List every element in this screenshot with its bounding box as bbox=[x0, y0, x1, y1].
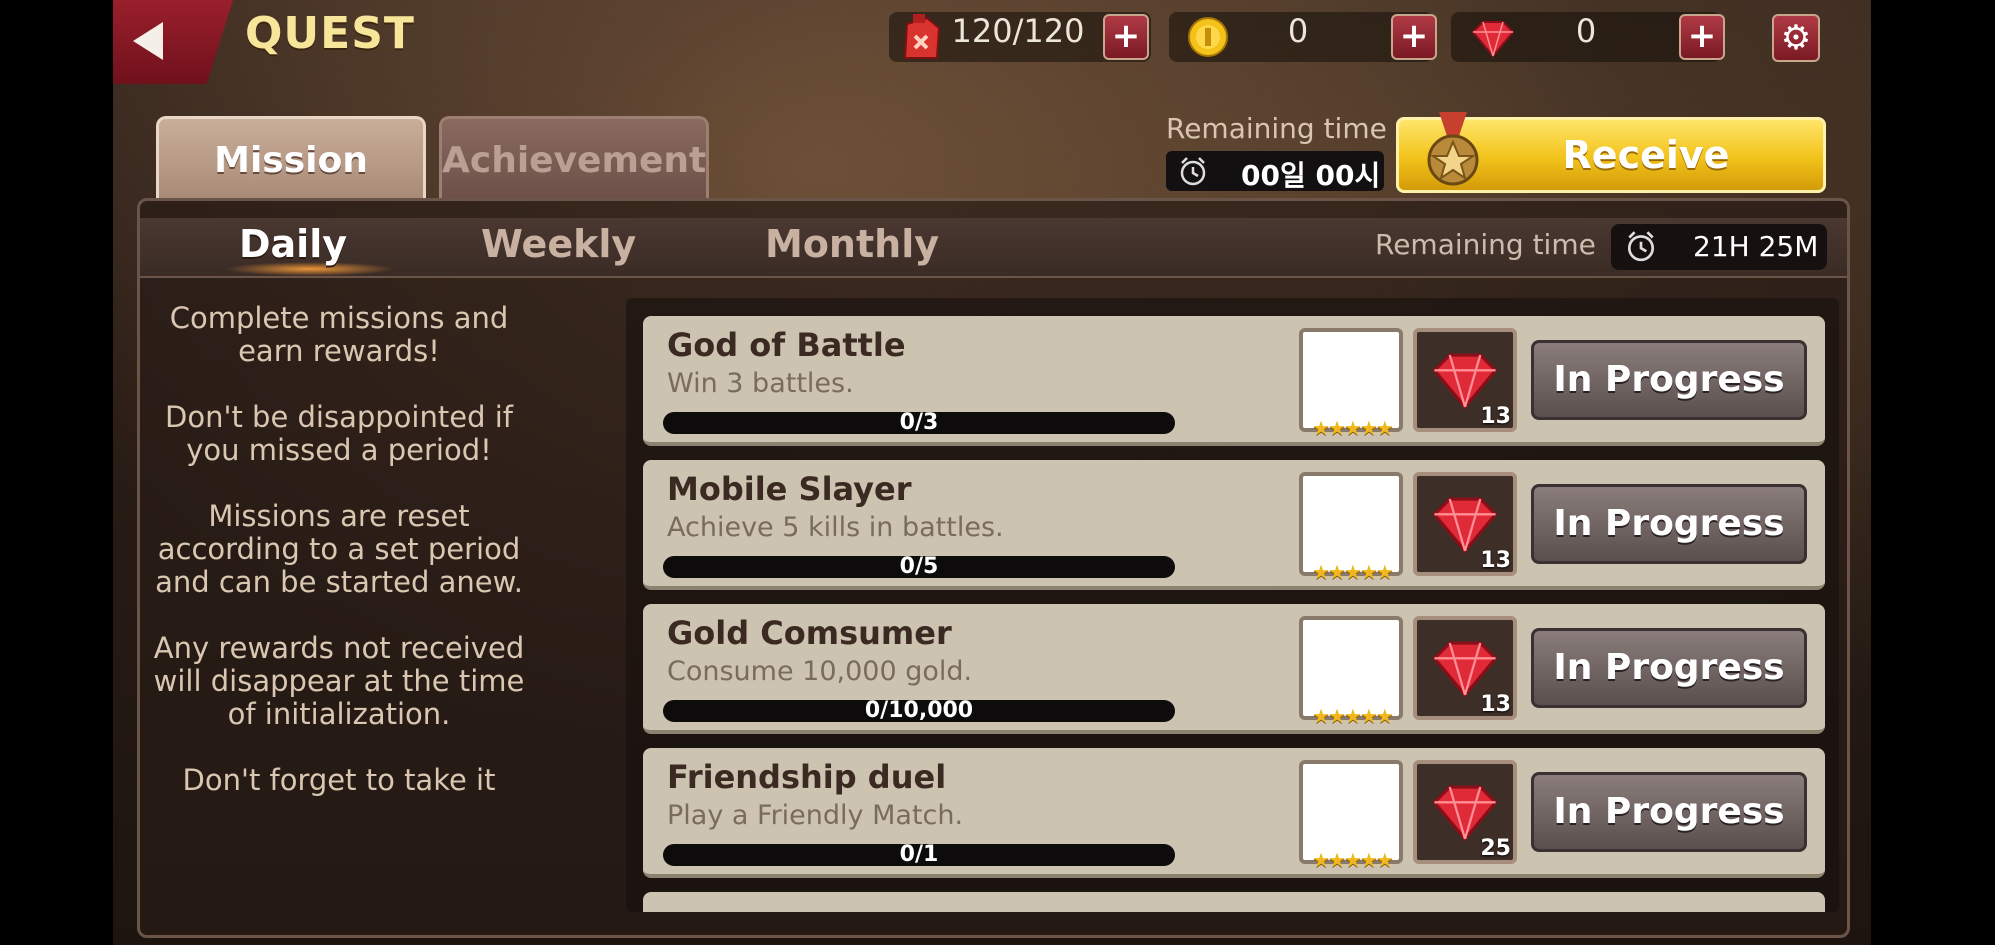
tab-mission[interactable]: Mission bbox=[156, 116, 426, 200]
gem-reward-count: 13 bbox=[1480, 548, 1511, 573]
mission-progress-text: 0/1 bbox=[899, 842, 939, 867]
mission-card: Gold Comsumer Consume 10,000 gold. 0/10,… bbox=[643, 604, 1825, 734]
tab-weekly[interactable]: Weekly bbox=[481, 222, 636, 266]
period-remaining-value: 21H 25M bbox=[1693, 230, 1819, 263]
mission-card: Mobile Slayer Achieve 5 kills in battles… bbox=[643, 460, 1825, 590]
stamina-value: 120/120 bbox=[951, 12, 1085, 50]
add-gold-button[interactable]: + bbox=[1391, 14, 1437, 60]
star-rating-icon: ★★★★★ bbox=[1312, 560, 1394, 584]
tab-achievement[interactable]: Achievement bbox=[439, 116, 709, 200]
star-rating-icon: ★★★★★ bbox=[1312, 848, 1394, 872]
info-line: Any rewards not received will disappear … bbox=[153, 631, 525, 731]
mission-title: God of Battle bbox=[667, 326, 906, 364]
gem-reward-count: 25 bbox=[1480, 836, 1511, 861]
quest-screen: QUEST 120/120 + 0 + 0 + ⚙ Mission Achiev… bbox=[113, 0, 1871, 945]
in-progress-button[interactable]: In Progress bbox=[1531, 340, 1807, 420]
info-line: Don't forget to take it bbox=[182, 763, 496, 797]
back-button[interactable] bbox=[113, 0, 233, 84]
period-remaining-label: Remaining time bbox=[1375, 228, 1596, 261]
mission-card: Friendship duel Play a Friendly Match. 0… bbox=[643, 748, 1825, 878]
gold-value: 0 bbox=[1287, 12, 1309, 50]
gold-coin-icon bbox=[1188, 17, 1228, 57]
stamina-icon bbox=[903, 14, 941, 59]
gem-icon bbox=[1432, 497, 1498, 554]
in-progress-button[interactable]: In Progress bbox=[1531, 772, 1807, 852]
tab-monthly[interactable]: Monthly bbox=[765, 222, 939, 266]
page-title: QUEST bbox=[245, 8, 415, 59]
info-line: Complete missions and earn rewards! bbox=[169, 301, 509, 368]
gem-icon bbox=[1432, 353, 1498, 410]
reward-remaining-value: 00일 00시 bbox=[1241, 159, 1381, 192]
add-gem-button[interactable]: + bbox=[1679, 14, 1725, 60]
reward-remaining-label: Remaining time bbox=[1166, 112, 1387, 145]
gem-icon bbox=[1471, 21, 1515, 58]
gem-reward-count: 13 bbox=[1480, 692, 1511, 717]
mission-progress-text: 0/10,000 bbox=[864, 698, 974, 723]
gem-value: 0 bbox=[1575, 12, 1597, 50]
star-rating-icon: ★★★★★ bbox=[1312, 416, 1394, 440]
gem-icon bbox=[1432, 641, 1498, 698]
mission-progress-text: 0/5 bbox=[899, 554, 939, 579]
mission-description: Achieve 5 kills in battles. bbox=[667, 512, 1004, 543]
mission-progress-text: 0/3 bbox=[899, 410, 939, 435]
mission-description: Play a Friendly Match. bbox=[667, 800, 964, 831]
settings-button[interactable]: ⚙ bbox=[1772, 14, 1820, 62]
mission-description: Consume 10,000 gold. bbox=[667, 656, 973, 687]
mission-card: God of Battle Win 3 battles. 0/3 ★★★★★ 1… bbox=[643, 316, 1825, 446]
alarm-clock-icon bbox=[1180, 157, 1206, 186]
add-stamina-button[interactable]: + bbox=[1103, 14, 1149, 60]
back-arrow-icon bbox=[133, 22, 163, 60]
mission-title: Gold Comsumer bbox=[667, 614, 952, 652]
in-progress-button[interactable]: In Progress bbox=[1531, 628, 1807, 708]
alarm-clock-icon bbox=[1627, 231, 1655, 262]
mission-card-partial bbox=[643, 892, 1825, 912]
info-line: Don't be disappointed if you missed a pe… bbox=[165, 400, 513, 467]
mission-title: Mobile Slayer bbox=[667, 470, 912, 508]
tab-daily[interactable]: Daily bbox=[239, 222, 347, 266]
mission-title: Friendship duel bbox=[667, 758, 947, 796]
info-line: Missions are reset according to a set pe… bbox=[155, 499, 523, 599]
in-progress-button[interactable]: In Progress bbox=[1531, 484, 1807, 564]
gear-icon: ⚙ bbox=[1780, 18, 1812, 58]
mission-description: Win 3 battles. bbox=[667, 368, 854, 399]
gem-icon bbox=[1432, 785, 1498, 842]
mission-info: Complete missions and earn rewards! Don'… bbox=[153, 302, 525, 830]
gem-reward-count: 13 bbox=[1480, 404, 1511, 429]
star-rating-icon: ★★★★★ bbox=[1312, 704, 1394, 728]
receive-label: Receive bbox=[1562, 133, 1730, 177]
